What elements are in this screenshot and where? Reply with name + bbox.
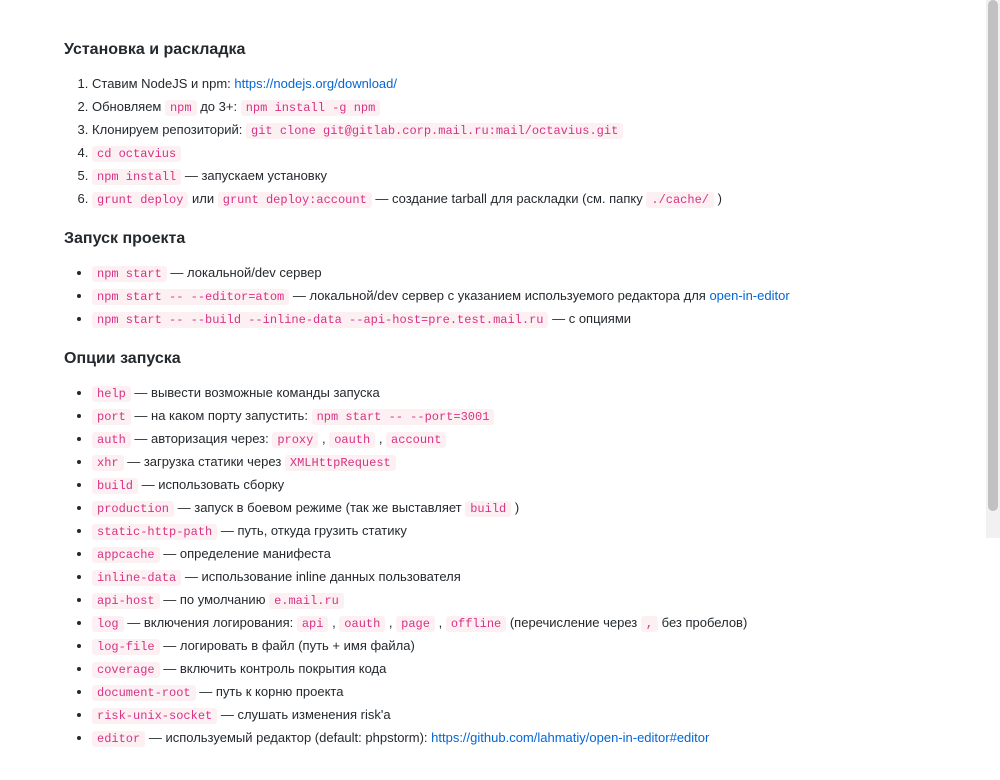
code: npm start -- --port=3001: [312, 409, 495, 425]
code: production: [92, 501, 174, 517]
list-item: risk-unix-socket — слушать изменения ris…: [92, 705, 936, 725]
list-item: Клонируем репозиторий: git clone git@git…: [92, 120, 936, 140]
code: api: [297, 616, 329, 632]
code: static-http-path: [92, 524, 217, 540]
list-item: npm start — локальной/dev сервер: [92, 263, 936, 283]
code: XMLHttpRequest: [285, 455, 396, 471]
list-item: api-host — по умолчанию e.mail.ru: [92, 590, 936, 610]
list-item: help — вывести возможные команды запуска: [92, 383, 936, 403]
code: grunt deploy: [92, 192, 188, 208]
code: editor: [92, 731, 145, 747]
code: log: [92, 616, 124, 632]
list-item: log-file — логировать в файл (путь + имя…: [92, 636, 936, 656]
code: log-file: [92, 639, 160, 655]
list-item: coverage — включить контроль покрытия ко…: [92, 659, 936, 679]
code: appcache: [92, 547, 160, 563]
code: npm: [165, 100, 197, 116]
code: port: [92, 409, 131, 425]
list-item: grunt deploy или grunt deploy:account — …: [92, 189, 936, 209]
code: document-root: [92, 685, 196, 701]
install-heading: Установка и раскладка: [64, 38, 936, 62]
code: cd octavius: [92, 146, 181, 162]
nodejs-link[interactable]: https://nodejs.org/download/: [234, 76, 397, 91]
install-list: Ставим NodeJS и npm: https://nodejs.org/…: [64, 74, 936, 209]
code: npm start -- --editor=atom: [92, 289, 289, 305]
list-item: production — запуск в боевом режиме (так…: [92, 498, 936, 518]
list-item: xhr — загрузка статики через XMLHttpRequ…: [92, 452, 936, 472]
code: xhr: [92, 455, 124, 471]
code: git clone git@gitlab.corp.mail.ru:mail/o…: [246, 123, 623, 139]
list-item: npm start -- --build --inline-data --api…: [92, 309, 936, 329]
list-item: cd octavius: [92, 143, 936, 163]
code: oauth: [339, 616, 385, 632]
code: npm install: [92, 169, 181, 185]
code: proxy: [272, 432, 318, 448]
list-item: log — включения логирования: api , oauth…: [92, 613, 936, 633]
code: api-host: [92, 593, 160, 609]
code: grunt deploy:account: [218, 192, 372, 208]
list-item: editor — используемый редактор (default:…: [92, 728, 936, 748]
code: auth: [92, 432, 131, 448]
options-list: help — вывести возможные команды запуска…: [64, 383, 936, 748]
code: page: [396, 616, 435, 632]
code: coverage: [92, 662, 160, 678]
run-list: npm start — локальной/dev сервер npm sta…: [64, 263, 936, 329]
code: npm install -g npm: [241, 100, 381, 116]
code: oauth: [329, 432, 375, 448]
code: npm start: [92, 266, 167, 282]
run-heading: Запуск проекта: [64, 227, 936, 251]
code: account: [386, 432, 446, 448]
code: help: [92, 386, 131, 402]
code: build: [92, 478, 138, 494]
code: inline-data: [92, 570, 181, 586]
code: e.mail.ru: [269, 593, 344, 609]
code: ,: [641, 616, 658, 632]
scrollbar[interactable]: [986, 0, 1000, 538]
list-item: Обновляем npm до 3+: npm install -g npm: [92, 97, 936, 117]
list-item: auth — авторизация через: proxy , oauth …: [92, 429, 936, 449]
code: risk-unix-socket: [92, 708, 217, 724]
editor-link[interactable]: https://github.com/lahmatiy/open-in-edit…: [431, 730, 709, 745]
code: build: [465, 501, 511, 517]
list-item: build — использовать сборку: [92, 475, 936, 495]
list-item: npm start -- --editor=atom — локальной/d…: [92, 286, 936, 306]
list-item: port — на каком порту запустить: npm sta…: [92, 406, 936, 426]
options-heading: Опции запуска: [64, 347, 936, 371]
list-item: appcache — определение манифеста: [92, 544, 936, 564]
list-item: npm install — запускаем установку: [92, 166, 936, 186]
code: offline: [446, 616, 506, 632]
code: ./cache/: [646, 192, 714, 208]
list-item: inline-data — использование inline данны…: [92, 567, 936, 587]
list-item: Ставим NodeJS и npm: https://nodejs.org/…: [92, 74, 936, 94]
code: npm start -- --build --inline-data --api…: [92, 312, 548, 328]
list-item: document-root — путь к корню проекта: [92, 682, 936, 702]
open-in-editor-link[interactable]: open-in-editor: [709, 288, 789, 303]
scrollbar-thumb[interactable]: [988, 0, 998, 511]
